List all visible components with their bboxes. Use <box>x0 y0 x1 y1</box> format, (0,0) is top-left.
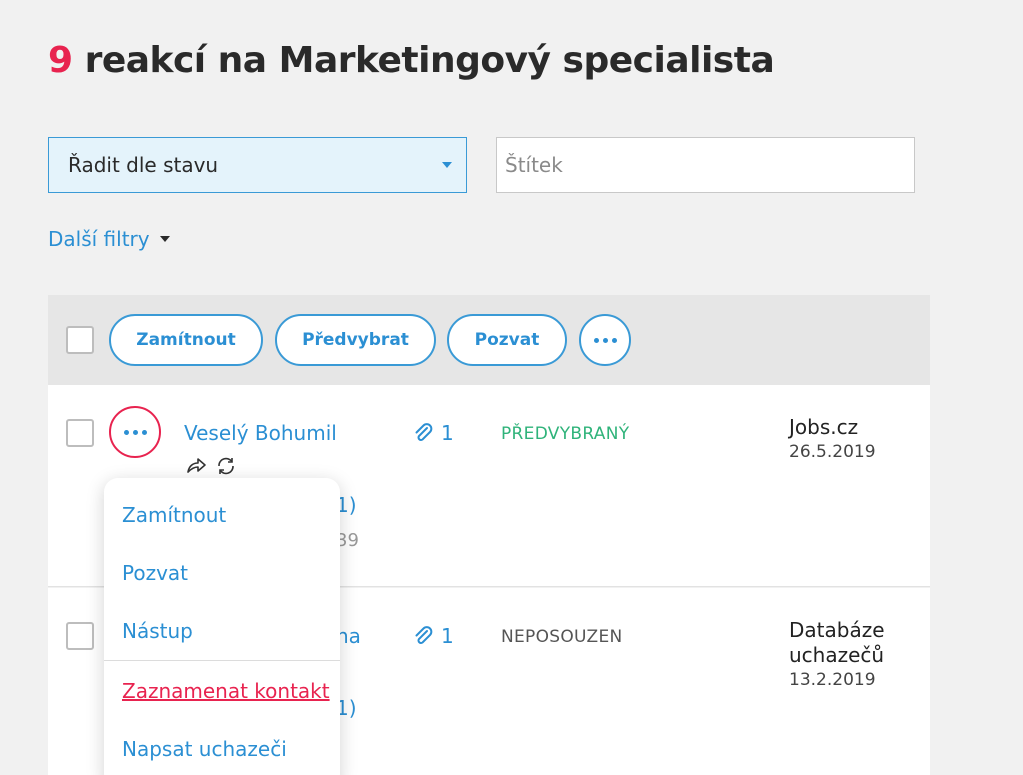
menu-item-reject[interactable]: Zamítnout <box>122 503 226 527</box>
row-action-icons <box>184 454 238 478</box>
page-title: 9 reakcí na Marketingový specialista <box>48 40 775 81</box>
sort-select[interactable]: Řadit dle stavu <box>48 137 467 193</box>
more-dots-icon-3 <box>611 337 617 343</box>
tag-input[interactable] <box>496 137 915 193</box>
row-more-button[interactable] <box>109 406 161 458</box>
row-more-dot-3 <box>141 429 147 435</box>
candidate-name[interactable]: Veselý Bohumil <box>184 421 337 445</box>
menu-item-log-contact[interactable]: Zaznamenat kontakt <box>122 679 330 703</box>
paperclip-icon <box>415 626 433 644</box>
source: Jobs.cz 26.5.2019 <box>789 415 876 465</box>
chevron-down-icon <box>442 162 452 168</box>
more-dots-icon <box>593 337 599 343</box>
row-context-menu: Zamítnout Pozvat Nástup Zaznamenat konta… <box>104 478 340 775</box>
reaction-count: 9 <box>48 40 73 81</box>
attachment-count[interactable]: 1 <box>413 624 454 648</box>
source-name-line2: uchazečů <box>789 643 885 667</box>
row-checkbox[interactable] <box>66 419 94 447</box>
caret-down-icon <box>159 236 170 242</box>
page-title-text: reakcí na Marketingový specialista <box>84 40 775 81</box>
attachment-count[interactable]: 1 <box>413 421 454 445</box>
response-date: 26.5.2019 <box>789 442 876 462</box>
row-checkbox[interactable] <box>66 622 94 650</box>
row-more-dot-1 <box>123 429 129 435</box>
attachment-count-value: 1 <box>441 624 454 648</box>
row-more-dot-2 <box>132 429 138 435</box>
invite-button[interactable]: Pozvat <box>447 314 567 366</box>
paperclip-icon <box>415 423 433 441</box>
source: Databáze uchazečů 13.2.2019 <box>789 618 885 693</box>
bulk-action-toolbar: Zamítnout Předvybrat Pozvat <box>48 295 930 385</box>
more-filters-label: Další filtry <box>48 227 150 251</box>
attachment-count-value: 1 <box>441 421 454 445</box>
menu-divider <box>104 660 340 661</box>
source-name: Jobs.cz <box>789 415 859 439</box>
response-date: 13.2.2019 <box>789 670 876 690</box>
refresh-icon[interactable] <box>214 454 238 478</box>
source-name-line1: Databáze <box>789 618 885 642</box>
forward-icon[interactable] <box>184 454 208 478</box>
preselect-button[interactable]: Předvybrat <box>275 314 436 366</box>
more-filters-toggle[interactable]: Další filtry <box>48 227 170 251</box>
sort-select-value: Řadit dle stavu <box>68 153 219 177</box>
more-dots-icon-2 <box>602 337 608 343</box>
reject-button[interactable]: Zamítnout <box>109 314 263 366</box>
menu-item-message-candidate[interactable]: Napsat uchazeči <box>122 737 287 761</box>
status-badge: NEPOSOUZEN <box>501 627 623 647</box>
select-all-checkbox[interactable] <box>66 326 94 354</box>
menu-item-onboarding[interactable]: Nástup <box>122 619 193 643</box>
more-actions-button[interactable] <box>579 314 631 366</box>
menu-item-invite[interactable]: Pozvat <box>122 561 188 585</box>
status-badge: PŘEDVYBRANÝ <box>501 424 630 444</box>
